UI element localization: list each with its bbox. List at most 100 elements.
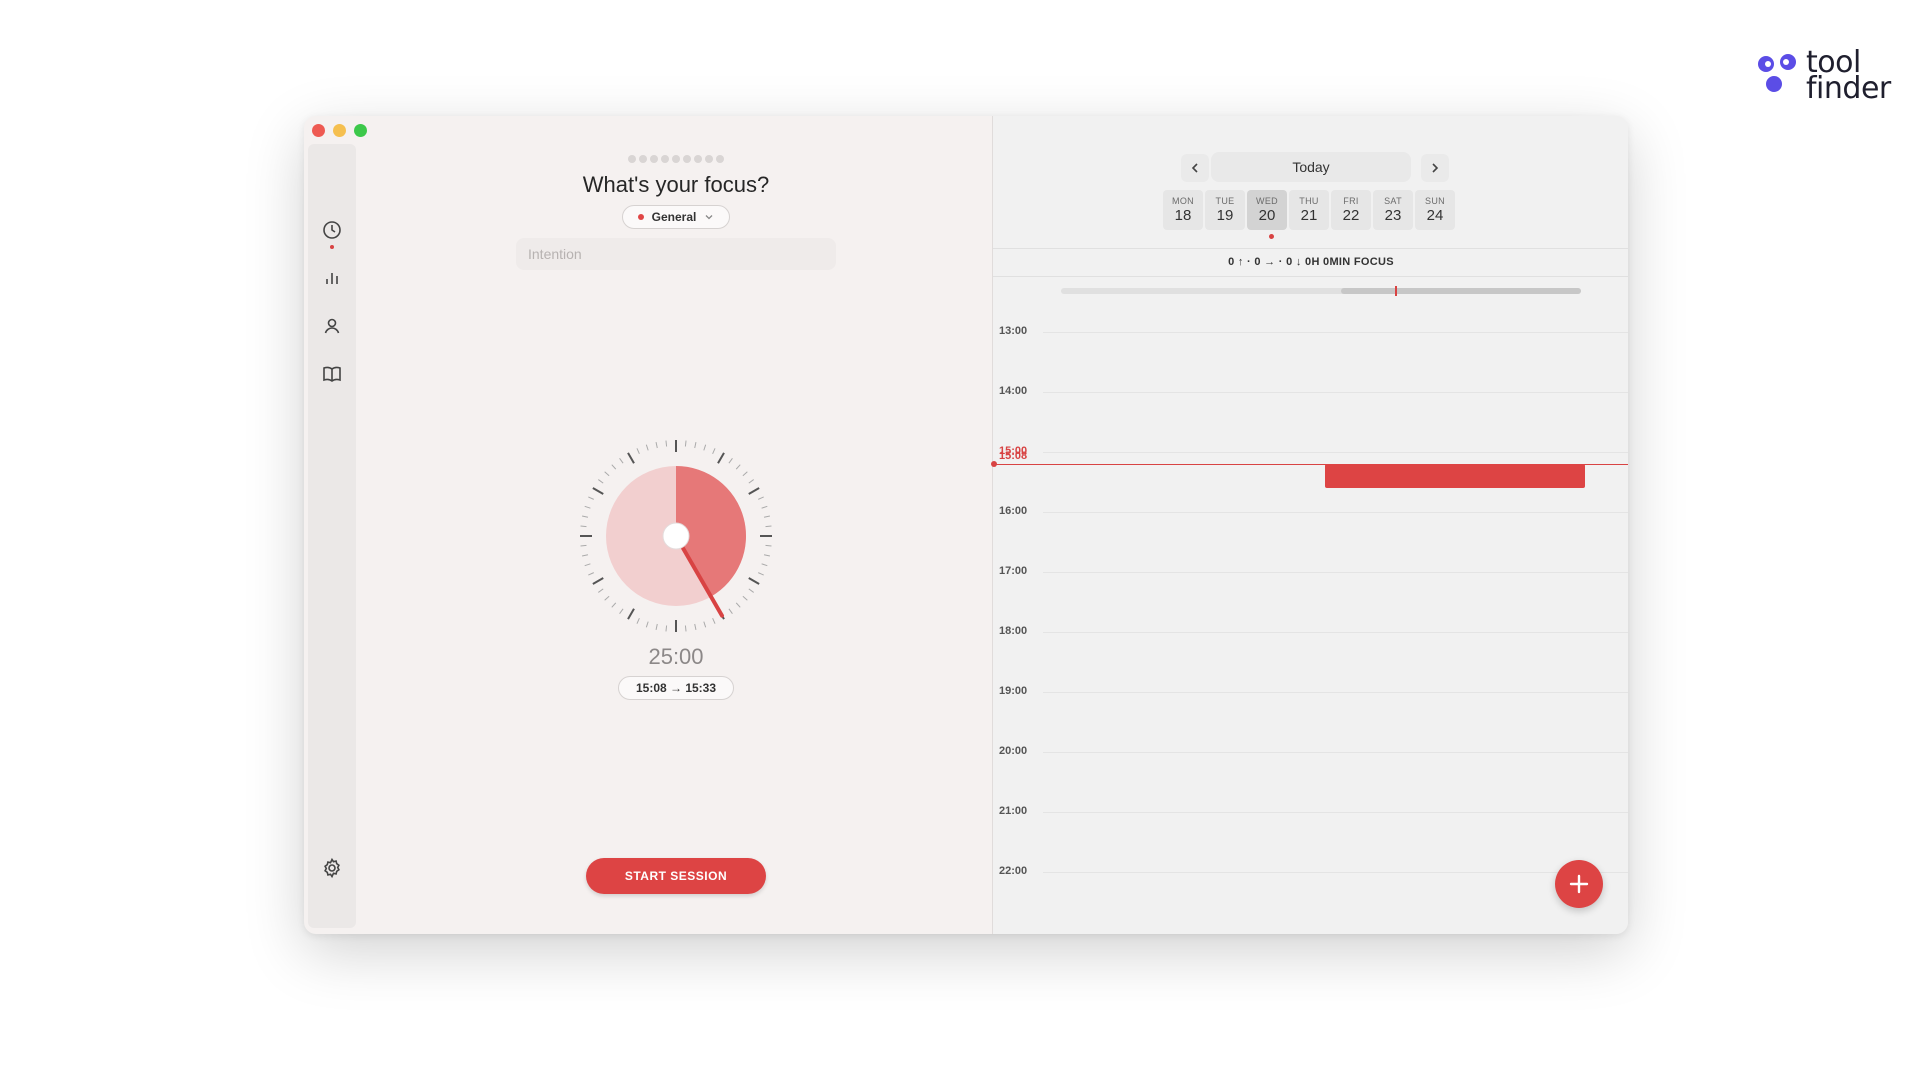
today-button[interactable]: Today bbox=[1211, 152, 1411, 182]
day-name: TUE bbox=[1215, 196, 1235, 206]
dial-tick bbox=[748, 487, 760, 495]
day-number: 23 bbox=[1384, 207, 1402, 224]
window-controls bbox=[312, 124, 367, 137]
sidebar-item-library[interactable] bbox=[320, 362, 344, 386]
dial-tick bbox=[611, 464, 617, 470]
session-time-range: 15:08 → 15:33 bbox=[618, 676, 734, 700]
dial-tick bbox=[728, 458, 733, 464]
timer-readout: 25:00 bbox=[648, 644, 704, 669]
dial-tick bbox=[604, 471, 610, 477]
sidebar-item-settings[interactable] bbox=[320, 856, 344, 880]
day-name: SUN bbox=[1425, 196, 1445, 206]
focus-timer-dial[interactable] bbox=[566, 426, 786, 646]
day-sun[interactable]: SUN 24 bbox=[1415, 190, 1455, 230]
step-dot bbox=[639, 155, 647, 163]
divider bbox=[993, 248, 1628, 249]
day-fri[interactable]: FRI 22 bbox=[1331, 190, 1371, 230]
hour-label: 18:00 bbox=[999, 625, 1028, 637]
dial-tick bbox=[712, 618, 716, 624]
timeline-scroll-thumb[interactable] bbox=[1341, 286, 1581, 296]
hour-label: 17:00 bbox=[999, 565, 1028, 577]
start-session-button[interactable]: START SESSION bbox=[586, 858, 766, 894]
dial-tick bbox=[636, 448, 640, 454]
intention-input[interactable] bbox=[516, 238, 836, 270]
dial-tick bbox=[645, 444, 649, 451]
add-session-button[interactable] bbox=[1555, 860, 1603, 908]
sidebar-item-timer[interactable] bbox=[320, 218, 344, 242]
current-time-label: 15:08 bbox=[999, 450, 1028, 462]
next-week-button[interactable] bbox=[1421, 154, 1449, 182]
toolfinder-wordmark: tool finder bbox=[1806, 48, 1891, 104]
hour-label: 13:00 bbox=[999, 325, 1028, 337]
day-wed[interactable]: WED 20 bbox=[1247, 190, 1287, 230]
chevron-left-icon bbox=[1191, 163, 1198, 173]
toolfinder-logo-icon bbox=[1758, 54, 1796, 92]
chevron-right-icon bbox=[1432, 163, 1439, 173]
app-window: What's your focus? General 25:00 15:08 →… bbox=[304, 116, 1628, 934]
timeline-now-marker bbox=[1395, 286, 1397, 296]
hour-gridline bbox=[1043, 392, 1628, 393]
hour-gridline bbox=[1043, 452, 1628, 453]
hour-gridline bbox=[1043, 632, 1628, 633]
gear-icon bbox=[324, 857, 340, 879]
category-select[interactable]: General bbox=[622, 205, 730, 229]
week-day-selector: MON 18 TUE 19 WED 20 THU 21 FRI 22 SAT 23 SUN 2… bbox=[1163, 190, 1455, 230]
step-dot bbox=[694, 155, 702, 163]
step-dot bbox=[683, 155, 691, 163]
dial-tick bbox=[619, 608, 624, 614]
hour-gridline bbox=[1043, 332, 1628, 333]
day-thu[interactable]: THU 21 bbox=[1289, 190, 1329, 230]
dial-tick bbox=[584, 563, 591, 567]
day-tue[interactable]: TUE 19 bbox=[1205, 190, 1245, 230]
minimize-window-button[interactable] bbox=[333, 124, 346, 137]
day-name: THU bbox=[1299, 196, 1319, 206]
dial-tick bbox=[636, 618, 640, 624]
category-label: General bbox=[651, 210, 697, 224]
step-dot bbox=[650, 155, 658, 163]
close-window-button[interactable] bbox=[312, 124, 325, 137]
planned-session-block[interactable] bbox=[1325, 464, 1585, 488]
dial-tick bbox=[665, 440, 668, 447]
clock-icon bbox=[323, 221, 341, 239]
day-mon[interactable]: MON 18 bbox=[1163, 190, 1203, 230]
dial-tick bbox=[627, 452, 635, 464]
dial-tick bbox=[765, 525, 772, 528]
dial-knob[interactable] bbox=[662, 522, 690, 550]
zoom-window-button[interactable] bbox=[354, 124, 367, 137]
day-name: WED bbox=[1256, 196, 1278, 206]
day-sat[interactable]: SAT 23 bbox=[1373, 190, 1413, 230]
person-icon bbox=[324, 318, 340, 334]
focus-title: What's your focus? bbox=[582, 172, 770, 197]
focus-panel: What's your focus? General 25:00 15:08 →… bbox=[356, 116, 996, 934]
dial-tick bbox=[645, 621, 649, 628]
book-icon bbox=[323, 366, 341, 383]
previous-week-button[interactable] bbox=[1181, 154, 1209, 182]
dial-tick bbox=[655, 623, 658, 631]
hour-gridline bbox=[1043, 872, 1628, 873]
dial-tick bbox=[694, 441, 697, 449]
divider bbox=[993, 276, 1628, 277]
dial-tick bbox=[592, 577, 604, 585]
step-dot bbox=[661, 155, 669, 163]
dial-tick bbox=[665, 625, 668, 632]
step-indicator bbox=[356, 155, 996, 163]
plus-icon bbox=[1569, 874, 1589, 894]
dial-tick bbox=[712, 448, 716, 454]
hour-gridline bbox=[1043, 572, 1628, 573]
step-dot bbox=[672, 155, 680, 163]
dial-tick bbox=[619, 458, 624, 464]
dial-tick bbox=[655, 441, 658, 449]
dial-tick bbox=[748, 588, 754, 593]
sidebar-item-profile[interactable] bbox=[320, 314, 344, 338]
day-number: 22 bbox=[1342, 207, 1360, 224]
dial-tick bbox=[765, 544, 772, 547]
day-name: SAT bbox=[1384, 196, 1402, 206]
sidebar-item-stats[interactable] bbox=[320, 266, 344, 290]
current-time-dot bbox=[991, 461, 997, 467]
day-number: 24 bbox=[1426, 207, 1444, 224]
timeline-scrollbar[interactable] bbox=[1061, 286, 1581, 296]
hour-label: 20:00 bbox=[999, 745, 1028, 757]
bar-chart-icon bbox=[326, 273, 338, 284]
dial-tick bbox=[581, 515, 589, 518]
dial-tick bbox=[584, 505, 591, 509]
